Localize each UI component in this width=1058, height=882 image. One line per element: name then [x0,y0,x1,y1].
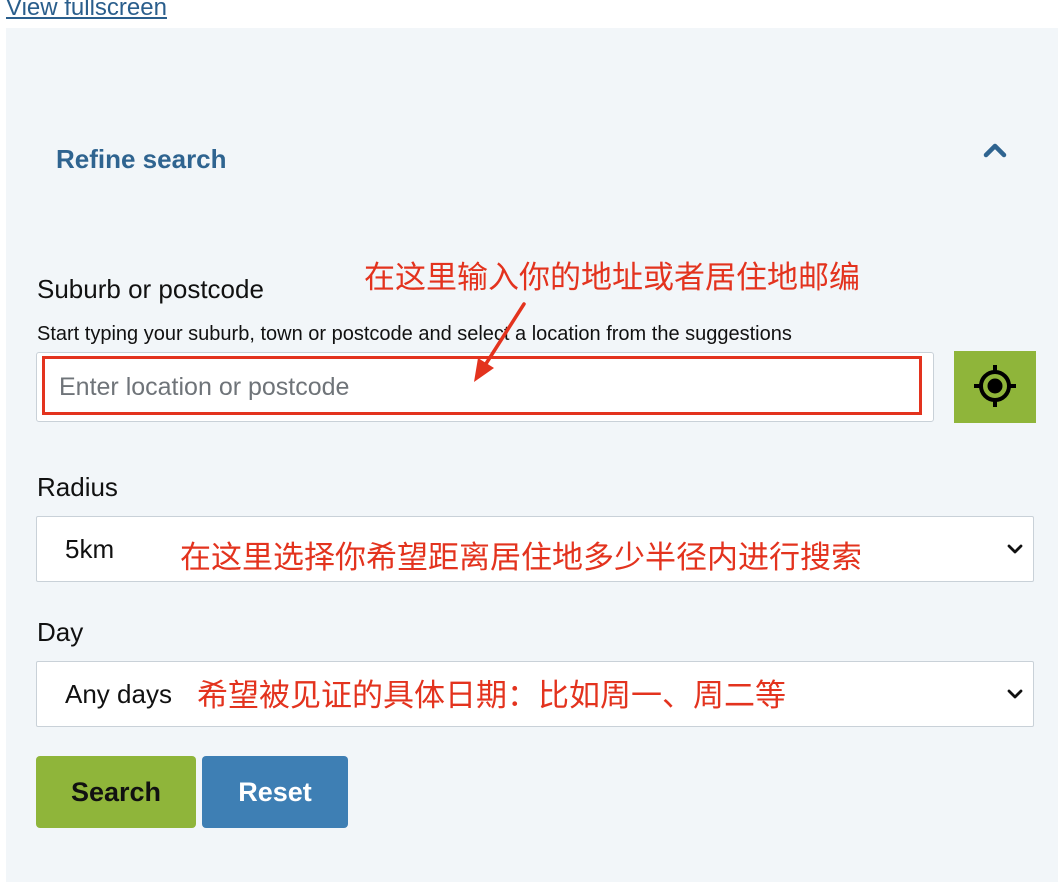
annotation-arrow [474,302,526,382]
day-label: Day [37,617,84,647]
location-hint: Start typing your suburb, town or postco… [37,323,792,345]
crosshair-icon [973,364,1017,411]
reset-button[interactable]: Reset [202,756,348,828]
view-fullscreen-link[interactable]: View fullscreen [6,0,167,22]
search-button[interactable]: Search [36,756,196,828]
chevron-up-icon[interactable] [982,140,1008,160]
suburb-postcode-label: Suburb or postcode [37,274,264,304]
day-selected-value: Any days [65,679,172,709]
refine-search-title: Refine search [56,144,227,174]
radius-select[interactable]: 5km [36,516,1034,582]
chevron-down-icon [1005,539,1025,559]
day-select[interactable]: Any days [36,661,1034,727]
radius-label: Radius [37,472,118,502]
chevron-down-icon [1005,684,1025,704]
use-my-location-button[interactable] [954,351,1036,423]
radius-selected-value: 5km [65,534,115,564]
